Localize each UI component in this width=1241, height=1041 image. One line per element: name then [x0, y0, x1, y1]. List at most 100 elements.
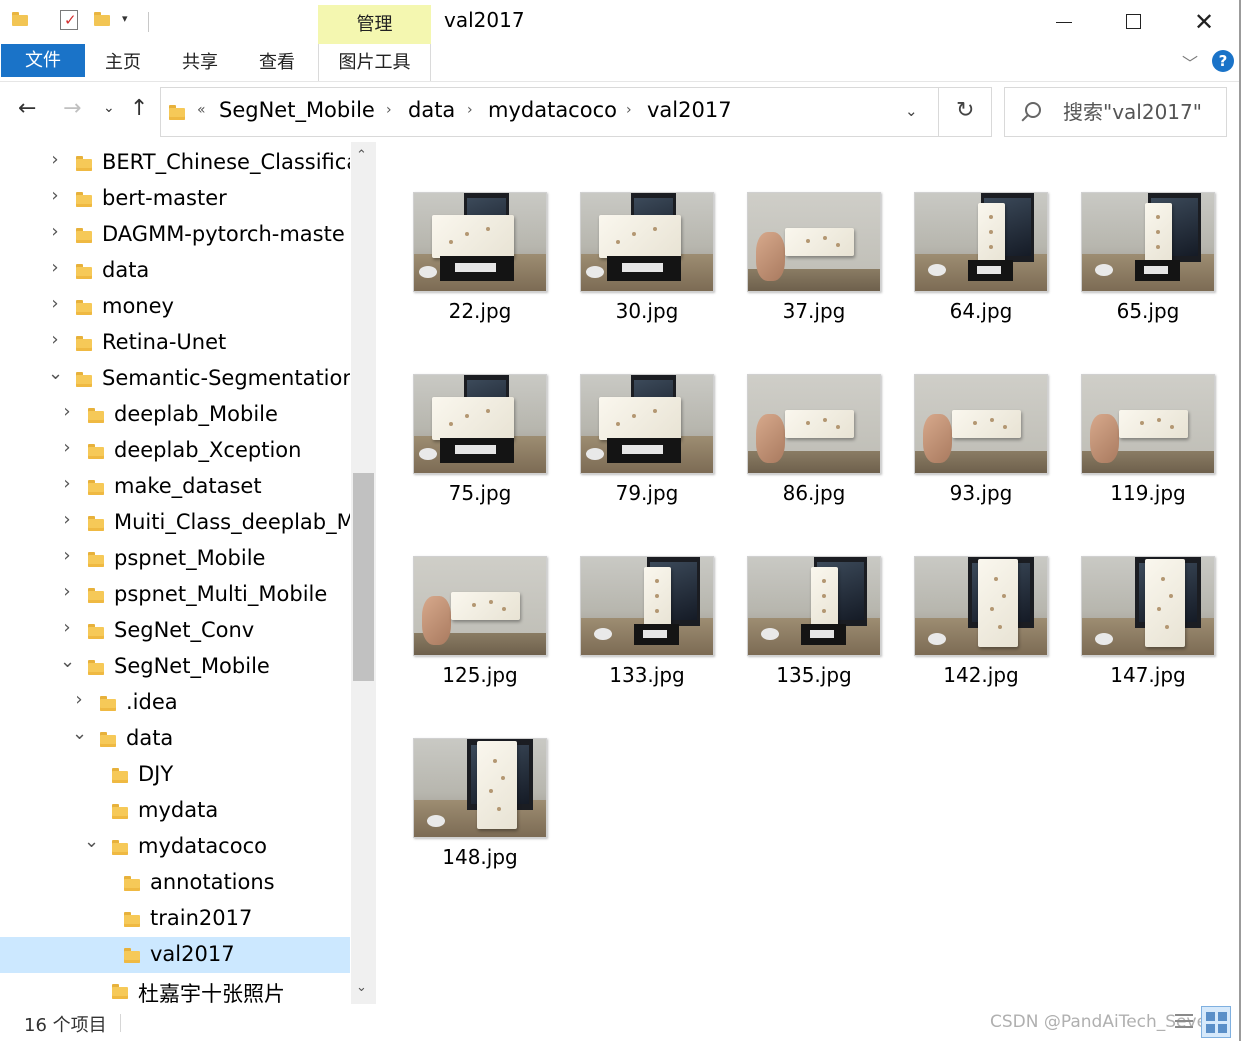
file-thumbnail[interactable]: 30.jpg	[543, 142, 714, 324]
tree-item[interactable]: › deeplab_Xception	[0, 433, 350, 469]
quick-access-dropdown-icon[interactable]: ▾	[122, 12, 128, 25]
file-thumbnail[interactable]: 125.jpg	[376, 506, 547, 688]
breadcrumb-data[interactable]: data	[408, 98, 455, 122]
tree-item[interactable]: › make_dataset	[0, 469, 350, 505]
file-thumbnail[interactable]: 86.jpg	[710, 324, 881, 506]
tree-item[interactable]: ⌄ data	[0, 721, 350, 757]
breadcrumb-segnet-mobile[interactable]: SegNet_Mobile	[219, 98, 375, 122]
chevron-right-icon[interactable]: ›	[60, 509, 74, 530]
file-name: 22.jpg	[448, 299, 512, 323]
maximize-button[interactable]	[1099, 0, 1169, 44]
tree-item[interactable]: ⌄ mydatacoco	[0, 829, 350, 865]
file-thumbnail[interactable]: 22.jpg	[376, 142, 547, 324]
tree-item[interactable]: ⌄ Semantic-Segmentation-	[0, 361, 350, 397]
forward-button[interactable]: →	[63, 96, 81, 121]
file-thumbnail[interactable]: 65.jpg	[1044, 142, 1215, 324]
folder-icon	[88, 480, 104, 499]
chevron-right-icon[interactable]: ›	[60, 437, 74, 458]
address-bar[interactable]: « SegNet_Mobile › data › mydatacoco › va…	[160, 87, 992, 137]
file-thumbnail[interactable]: 64.jpg	[877, 142, 1048, 324]
tree-item[interactable]: › money	[0, 289, 350, 325]
chevron-right-icon[interactable]: ›	[60, 545, 74, 566]
file-name: 133.jpg	[609, 663, 685, 687]
large-icons-view-button[interactable]	[1201, 1006, 1231, 1038]
tab-view[interactable]: 查看	[259, 48, 295, 74]
tree-item[interactable]: › Retina-Unet	[0, 325, 350, 361]
chevron-right-icon[interactable]: ›	[48, 149, 62, 170]
tree-item[interactable]: › SegNet_Conv	[0, 613, 350, 649]
minimize-button[interactable]	[1030, 0, 1100, 44]
file-thumbnail[interactable]: 148.jpg	[376, 688, 547, 870]
chevron-down-icon[interactable]: ⌄	[84, 831, 99, 852]
chevron-right-icon[interactable]: ›	[48, 257, 62, 278]
recent-locations-button[interactable]: ⌄	[103, 100, 115, 116]
tree-item[interactable]: › pspnet_Multi_Mobile	[0, 577, 350, 613]
scroll-up-icon[interactable]: ⌃	[356, 148, 367, 163]
file-thumbnail[interactable]: 79.jpg	[543, 324, 714, 506]
search-input[interactable]	[1063, 96, 1223, 128]
file-thumbnail[interactable]: 93.jpg	[877, 324, 1048, 506]
tree-item[interactable]: › DAGMM-pytorch-maste	[0, 217, 350, 253]
breadcrumb-mydatacoco[interactable]: mydatacoco	[488, 98, 617, 122]
details-view-button[interactable]	[1172, 1009, 1196, 1035]
file-thumbnail[interactable]: 135.jpg	[710, 506, 881, 688]
chevron-right-icon[interactable]: ›	[60, 401, 74, 422]
chevron-down-icon[interactable]: ⌄	[72, 723, 87, 744]
refresh-button[interactable]: ↻	[956, 98, 974, 123]
manage-tab[interactable]: 管理	[318, 5, 431, 44]
tree-item[interactable]: mydata	[0, 793, 350, 829]
scrollbar-thumb[interactable]	[353, 473, 374, 681]
new-folder-icon[interactable]	[94, 12, 110, 26]
tree-item[interactable]: › data	[0, 253, 350, 289]
tab-file[interactable]: 文件	[1, 44, 85, 77]
tree-item[interactable]: DJY	[0, 757, 350, 793]
tree-item[interactable]: train2017	[0, 901, 350, 937]
breadcrumb-overflow[interactable]: «	[197, 102, 206, 118]
tab-picture-tools[interactable]: 图片工具	[318, 44, 431, 81]
chevron-right-icon[interactable]: ›	[60, 473, 74, 494]
tree-item[interactable]: › pspnet_Mobile	[0, 541, 350, 577]
file-thumbnail[interactable]: 119.jpg	[1044, 324, 1215, 506]
chevron-right-icon[interactable]: ›	[72, 689, 86, 710]
arrow-right-icon: →	[63, 96, 82, 121]
navigation-scrollbar[interactable]: ⌃ ⌄	[351, 142, 376, 1004]
chevron-right-icon[interactable]: ›	[48, 221, 62, 242]
file-thumbnail[interactable]: 37.jpg	[710, 142, 881, 324]
tab-home[interactable]: 主页	[105, 48, 141, 74]
breadcrumb-chevron-icon[interactable]: ›	[467, 102, 473, 118]
address-dropdown-icon[interactable]: ⌄	[905, 102, 918, 120]
chevron-down-icon[interactable]: ⌄	[48, 363, 63, 384]
file-thumbnail[interactable]: 133.jpg	[543, 506, 714, 688]
chevron-down-icon[interactable]: ⌄	[60, 651, 75, 672]
tree-item[interactable]: › BERT_Chinese_Classificat	[0, 145, 350, 181]
help-icon[interactable]: ?	[1212, 50, 1234, 72]
tree-item[interactable]: annotations	[0, 865, 350, 901]
tree-item[interactable]: › bert-master	[0, 181, 350, 217]
chevron-right-icon[interactable]: ›	[48, 293, 62, 314]
tree-item[interactable]: › .idea	[0, 685, 350, 721]
breadcrumb-chevron-icon[interactable]: ›	[386, 102, 392, 118]
tree-item[interactable]: › Muiti_Class_deeplab_M	[0, 505, 350, 541]
breadcrumb-chevron-icon[interactable]: ›	[626, 102, 632, 118]
chevron-right-icon[interactable]: ›	[60, 617, 74, 638]
file-thumbnail[interactable]: 147.jpg	[1044, 506, 1215, 688]
expand-ribbon-chevron-icon[interactable]: ﹀	[1182, 50, 1198, 74]
file-thumbnail[interactable]: 75.jpg	[376, 324, 547, 506]
chevron-right-icon[interactable]: ›	[48, 185, 62, 206]
file-thumbnail[interactable]: 142.jpg	[877, 506, 1048, 688]
up-button[interactable]: ↑	[130, 96, 148, 121]
chevron-right-icon[interactable]: ›	[60, 581, 74, 602]
tree-item[interactable]: › deeplab_Mobile	[0, 397, 350, 433]
chevron-right-icon[interactable]: ›	[48, 329, 62, 350]
breadcrumb-val2017[interactable]: val2017	[647, 98, 732, 122]
tree-item[interactable]: 杜嘉宇十张照片	[0, 973, 350, 1004]
back-button[interactable]: ←	[18, 96, 36, 121]
tree-item[interactable]: ⌄ SegNet_Mobile	[0, 649, 350, 685]
close-button[interactable]: ✕	[1169, 0, 1239, 44]
file-view: 22.jpg 30.jpg 37.jpg 64.jpg 65.jpg 75.jpg 79.j…	[376, 142, 1241, 1004]
tree-item[interactable]: val2017	[0, 937, 350, 973]
tab-share[interactable]: 共享	[182, 48, 218, 74]
search-box[interactable]	[1004, 87, 1227, 137]
properties-icon[interactable]: ✓	[60, 10, 78, 30]
scroll-down-icon[interactable]: ⌄	[356, 980, 367, 995]
